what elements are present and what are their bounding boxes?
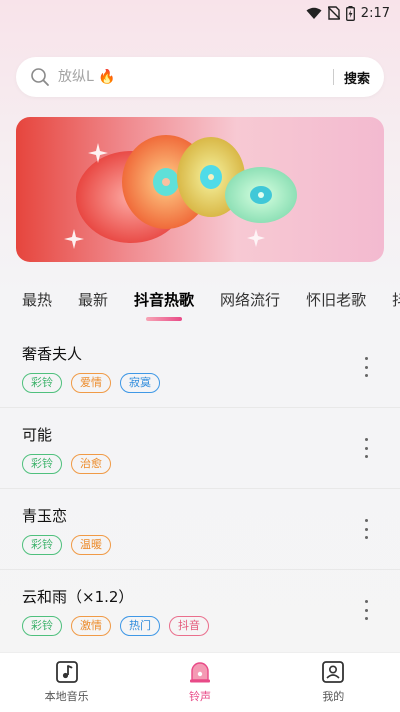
- tag: 抖音: [169, 616, 209, 636]
- tab-hottest[interactable]: 最热: [22, 285, 52, 315]
- more-options-icon[interactable]: [362, 519, 370, 539]
- nav-label: 我的: [322, 690, 345, 703]
- tag: 治愈: [71, 454, 111, 474]
- banner[interactable]: [16, 117, 384, 262]
- nav-label: 铃声: [188, 690, 211, 703]
- music-note-icon: [55, 661, 78, 683]
- tag-group: 彩铃 温暖: [22, 535, 378, 555]
- status-time: 2:17: [360, 5, 390, 21]
- tag: 彩铃: [22, 535, 62, 555]
- tag-group: 彩铃 治愈: [22, 454, 378, 474]
- list-item[interactable]: 可能 彩铃 治愈: [0, 408, 400, 489]
- nav-label: 本地音乐: [44, 690, 89, 703]
- song-title: 云和雨（×1.2）: [22, 588, 134, 606]
- tab-internet-popular[interactable]: 网络流行: [220, 285, 280, 315]
- list-item[interactable]: 奢香夫人 彩铃 爱情 寂寞: [0, 327, 400, 408]
- search-bar[interactable]: 搜索: [16, 57, 384, 97]
- category-tabs: 最热 最新 抖音热歌 网络流行 怀旧老歌 抖: [0, 285, 400, 321]
- tag: 温暖: [71, 535, 111, 555]
- tag: 彩铃: [22, 616, 62, 636]
- more-options-icon[interactable]: [362, 357, 370, 377]
- tag: 彩铃: [22, 373, 62, 393]
- song-title: 可能: [22, 426, 53, 444]
- tag: 激情: [71, 616, 111, 636]
- list-item[interactable]: 云和雨（×1.2） 彩铃 激情 热门 抖音: [0, 570, 400, 651]
- profile-icon: [322, 661, 345, 683]
- song-title: 青玉恋: [22, 507, 68, 525]
- song-list: 奢香夫人 彩铃 爱情 寂寞 可能 彩铃 治愈 青玉恋 彩铃 温暖 云和雨（×1.…: [0, 327, 400, 651]
- song-title: 奢香夫人: [22, 345, 83, 363]
- tag: 彩铃: [22, 454, 62, 474]
- tag: 爱情: [71, 373, 111, 393]
- tab-douyin-hits[interactable]: 抖音热歌: [134, 285, 194, 315]
- status-bar: 2:17: [0, 0, 400, 26]
- more-options-icon[interactable]: [362, 600, 370, 620]
- tag-group: 彩铃 激情 热门 抖音: [22, 616, 378, 636]
- no-sim-icon: [327, 6, 340, 20]
- battery-icon: [345, 5, 355, 21]
- tab-oldies[interactable]: 怀旧老歌: [306, 285, 366, 315]
- tab-newest[interactable]: 最新: [78, 285, 108, 315]
- banner-vinyl-illustration: [64, 135, 297, 249]
- wifi-icon: [306, 7, 322, 19]
- more-options-icon[interactable]: [362, 438, 370, 458]
- search-icon: [31, 68, 49, 86]
- tag: 热门: [120, 616, 160, 636]
- search-divider: [332, 69, 334, 85]
- nav-ringtone[interactable]: 铃声: [150, 661, 250, 704]
- nav-local-music[interactable]: 本地音乐: [17, 661, 117, 704]
- tab-douyin-partial[interactable]: 抖: [392, 285, 400, 315]
- tag: 寂寞: [120, 373, 160, 393]
- bottom-nav: 本地音乐 铃声 我的: [0, 652, 400, 712]
- search-button[interactable]: 搜索: [344, 68, 370, 87]
- bell-icon: [189, 662, 210, 683]
- nav-mine[interactable]: 我的: [283, 661, 383, 704]
- list-item[interactable]: 青玉恋 彩铃 温暖: [0, 489, 400, 570]
- tag-group: 彩铃 爱情 寂寞: [22, 373, 378, 393]
- search-input[interactable]: [58, 69, 323, 85]
